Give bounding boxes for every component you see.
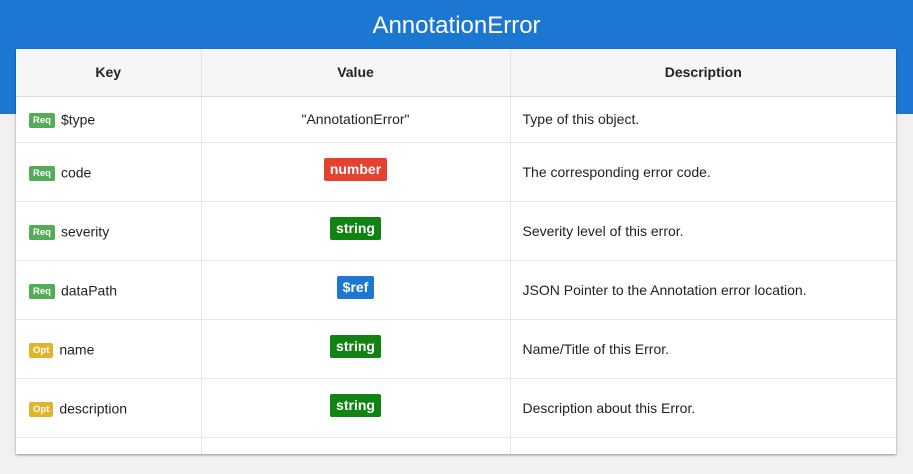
key-name: dataPath [60, 282, 118, 299]
value-cell: "AnnotationError" [201, 96, 511, 142]
spacer-cell [510, 437, 896, 454]
table-row: Req severity string Severity level of thi… [16, 201, 896, 260]
required-badge: Req [29, 165, 55, 181]
description-cell: Name/Title of this Error. [522, 340, 670, 357]
value-cell: string [201, 319, 511, 378]
table-spacer-row [16, 437, 896, 454]
description-cell: The corresponding error code. [522, 163, 711, 180]
key-cell: Opt name [16, 319, 202, 378]
key-cell: Opt description [16, 378, 202, 437]
key-name: $type [60, 111, 96, 128]
page-title: AnnotationError [372, 12, 541, 39]
type-badge-number: number [323, 158, 388, 181]
table-row: Req $type "AnnotationError" Type of this … [16, 96, 896, 142]
value-cell: number [201, 142, 511, 201]
key-name: severity [60, 223, 110, 240]
key-name: code [60, 164, 92, 181]
table-row: Req code number The corresponding error c… [16, 142, 896, 201]
value-cell: string [201, 201, 511, 260]
value-cell: string [201, 378, 511, 437]
column-header-key: Key [16, 49, 202, 97]
optional-badge: Opt [29, 342, 54, 358]
type-badge-ref[interactable]: $ref [336, 276, 375, 299]
required-badge: Req [29, 224, 55, 240]
key-name: description [59, 400, 128, 417]
key-cell: Req dataPath [16, 260, 202, 319]
table-row: Opt description string Description about … [16, 378, 896, 437]
schema-card: Key Value Description Req $type "Annotati… [16, 49, 896, 454]
description-cell: Description about this Error. [522, 399, 696, 416]
table-row: Req dataPath $ref JSON Pointer to the Ann… [16, 260, 896, 319]
key-cell: Req code [16, 142, 202, 201]
column-header-value: Value [201, 49, 511, 97]
type-badge-string: string [330, 335, 381, 358]
description-cell: JSON Pointer to the Annotation error loc… [522, 281, 807, 298]
required-badge: Req [29, 113, 55, 129]
column-header-description: Description [510, 49, 896, 97]
key-name: name [59, 341, 95, 358]
optional-badge: Opt [29, 401, 54, 417]
value-literal: "AnnotationError" [301, 111, 410, 127]
type-badge-string: string [330, 394, 381, 417]
schema-table: Key Value Description Req $type "Annotati… [16, 49, 896, 454]
table-row: Opt name string Name/Title of this Error. [16, 319, 896, 378]
spacer-cell [16, 437, 202, 454]
key-cell: Req severity [16, 201, 202, 260]
key-cell: Req $type [16, 96, 202, 142]
required-badge: Req [29, 283, 55, 299]
table-header-row: Key Value Description [16, 49, 896, 97]
description-cell: Severity level of this error. [522, 222, 684, 239]
description-cell: Type of this object. [522, 111, 640, 127]
spacer-cell [201, 437, 511, 454]
value-cell: $ref [201, 260, 511, 319]
type-badge-string: string [330, 217, 381, 240]
